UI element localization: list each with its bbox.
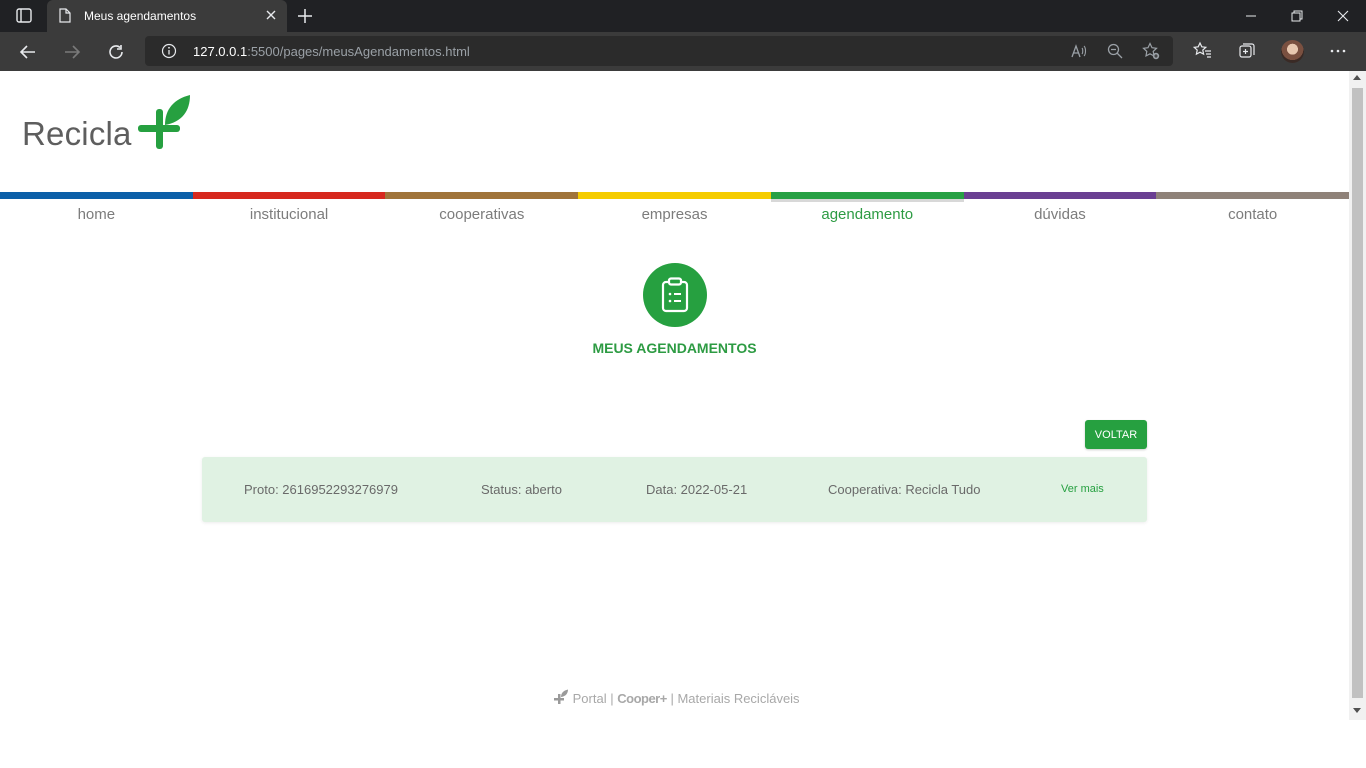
active-underline <box>770 199 964 202</box>
plus-leaf-icon <box>554 689 569 705</box>
tab-title: Meus agendamentos <box>84 9 197 23</box>
menu-item-label: empresas <box>641 206 708 223</box>
zoom-out-icon[interactable] <box>1106 42 1124 60</box>
url-text: 127.0.0.1:5500/pages/meusAgendamentos.ht… <box>193 44 470 59</box>
logo-text: Recicla <box>22 115 132 152</box>
menu-item-home[interactable]: home <box>0 192 193 232</box>
favorites-icon[interactable] <box>1192 41 1213 61</box>
footer-subtitle: Materiais Recicláveis <box>677 691 800 706</box>
close-window-icon[interactable] <box>1320 0 1366 32</box>
menu-item-label: institucional <box>249 206 329 223</box>
minimize-icon[interactable] <box>1228 0 1274 32</box>
back-button[interactable]: VOLTAR <box>1085 420 1147 449</box>
scroll-down-icon[interactable] <box>1353 708 1361 713</box>
page-scrollbar[interactable] <box>1349 71 1366 720</box>
restore-icon[interactable] <box>1274 0 1320 32</box>
menu-color-bar <box>963 192 1157 199</box>
reload-icon[interactable] <box>103 39 129 65</box>
scroll-up-icon[interactable] <box>1353 75 1361 80</box>
scrollbar-thumb[interactable] <box>1352 88 1363 698</box>
address-bar[interactable]: 127.0.0.1:5500/pages/meusAgendamentos.ht… <box>145 36 1173 66</box>
plus-leaf-icon <box>138 95 190 149</box>
profile-avatar[interactable] <box>1281 40 1304 63</box>
footer-separator: | <box>610 691 614 706</box>
appointment-date: Data: 2022-05-21 <box>646 482 748 497</box>
page-viewport: Recicla home institucional cooperativas … <box>0 71 1349 768</box>
footer: Portal | Cooper+ | Materiais Recicláveis <box>554 689 800 709</box>
more-options-icon[interactable] <box>1328 41 1348 61</box>
appointment-card: Proto: 2616952293276979 Status: aberto D… <box>202 457 1147 522</box>
clipboard-icon <box>643 263 707 327</box>
appointment-cooperative: Cooperativa: Recicla Tudo <box>828 482 981 497</box>
see-more-link[interactable]: Ver mais <box>1061 483 1104 495</box>
read-aloud-icon[interactable] <box>1070 42 1088 60</box>
appointment-status: Status: aberto <box>481 482 562 497</box>
browser-tab[interactable]: Meus agendamentos <box>47 0 287 32</box>
menu-item-label: home <box>77 206 116 223</box>
tab-actions-icon[interactable] <box>12 7 36 25</box>
close-tab-icon[interactable] <box>264 8 278 22</box>
menu-item-empresas[interactable]: empresas <box>578 192 771 232</box>
site-logo[interactable]: Recicla <box>22 95 194 153</box>
back-icon[interactable] <box>15 39 41 65</box>
menu-item-label: contato <box>1228 206 1278 223</box>
site-info-icon[interactable] <box>161 43 177 59</box>
page-icon <box>59 8 71 23</box>
browser-titlebar: Meus agendamentos <box>0 0 1366 32</box>
new-tab-icon[interactable] <box>294 6 316 26</box>
menu-color-bar <box>192 192 386 199</box>
scrollbar-gap <box>1349 720 1366 768</box>
menu-item-label: agendamento <box>821 206 914 223</box>
menu-item-agendamento[interactable]: agendamento <box>770 192 964 232</box>
menu-item-label: cooperativas <box>439 206 525 223</box>
footer-separator: | <box>670 691 674 706</box>
menu-color-bar <box>770 192 964 199</box>
menu-color-bar <box>1156 192 1349 199</box>
menu-color-bar <box>385 192 579 199</box>
page-title: MEUS AGENDAMENTOS <box>592 340 757 356</box>
footer-brand: Cooper+ <box>617 691 667 706</box>
menu-color-bar <box>578 192 771 199</box>
menu-item-duvidas[interactable]: dúvidas <box>963 192 1157 232</box>
menu-item-label: dúvidas <box>1034 206 1086 223</box>
menu-item-institucional[interactable]: institucional <box>192 192 386 232</box>
forward-icon[interactable] <box>59 39 85 65</box>
browser-toolbar: 127.0.0.1:5500/pages/meusAgendamentos.ht… <box>0 32 1366 71</box>
footer-portal: Portal <box>572 691 607 706</box>
appointment-protocol: Proto: 2616952293276979 <box>244 482 398 497</box>
menu-item-cooperativas[interactable]: cooperativas <box>385 192 579 232</box>
menu-color-bar <box>0 192 193 199</box>
main-menu: home institucional cooperativas empresas… <box>0 192 1349 232</box>
collections-icon[interactable] <box>1237 41 1257 61</box>
add-favorite-icon[interactable] <box>1142 42 1160 60</box>
menu-item-contato[interactable]: contato <box>1156 192 1349 232</box>
